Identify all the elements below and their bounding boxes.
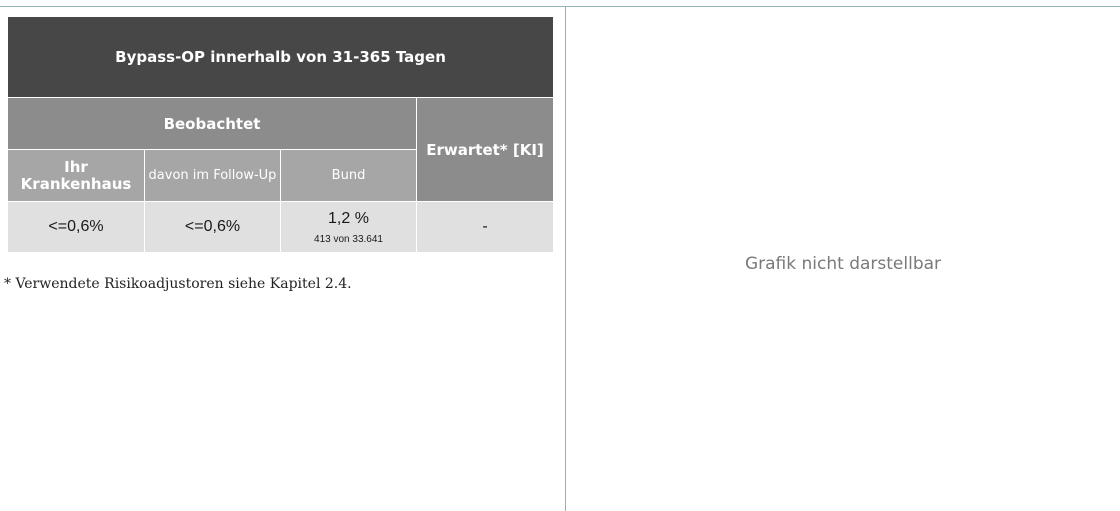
- table-title: Bypass-OP innerhalb von 31-365 Tagen: [8, 17, 554, 98]
- graphic-placeholder: Grafik nicht darstellbar: [744, 254, 942, 274]
- expected-value: -: [417, 202, 554, 252]
- hospital-header: Ihr Krankenhaus: [8, 150, 145, 202]
- observed-header: Beobachtet: [8, 98, 417, 150]
- federal-value-cell: 1,2 % 413 von 33.641: [281, 202, 417, 252]
- followup-value: <=0,6%: [145, 202, 281, 252]
- federal-value-detail: 413 von 33.641: [314, 233, 383, 245]
- hospital-value: <=0,6%: [8, 202, 145, 252]
- indicator-table: Bypass-OP innerhalb von 31-365 Tagen Beo…: [8, 17, 554, 252]
- footnote: * Verwendete Risikoadjustoren siehe Kapi…: [4, 276, 352, 292]
- expected-header: Erwartet* [KI]: [417, 98, 554, 202]
- federal-header: Bund: [281, 150, 417, 202]
- followup-header: davon im Follow-Up: [145, 150, 281, 202]
- top-rule: [0, 6, 1120, 7]
- federal-value: 1,2 %: [328, 209, 369, 227]
